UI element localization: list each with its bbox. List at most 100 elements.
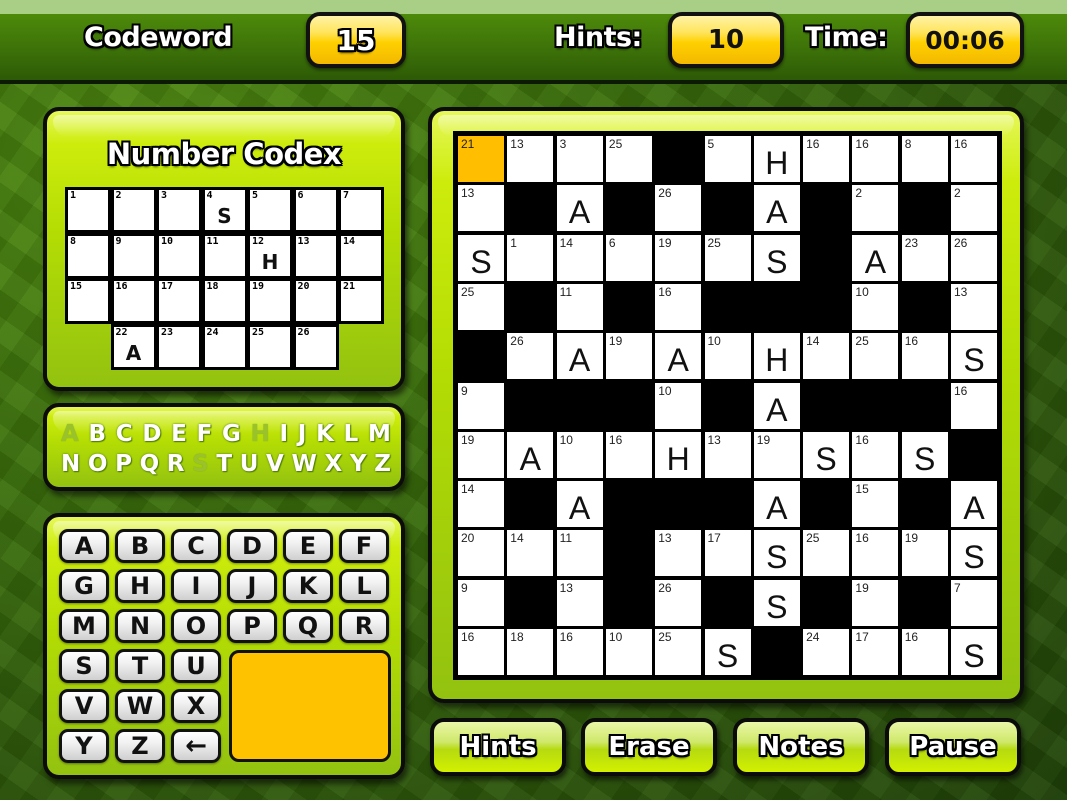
- grid-cell[interactable]: 15: [852, 481, 899, 528]
- key-l[interactable]: L: [339, 569, 389, 603]
- grid-cell[interactable]: 3: [556, 136, 603, 182]
- grid-cell[interactable]: A: [753, 481, 800, 528]
- grid-cell[interactable]: 11: [556, 530, 603, 577]
- grid-cell[interactable]: 19: [605, 333, 652, 380]
- grid-cell[interactable]: 25: [458, 283, 504, 330]
- grid-cell[interactable]: 18: [507, 629, 554, 675]
- grid-cell[interactable]: 19: [753, 431, 800, 478]
- grid-cell[interactable]: 16: [951, 382, 997, 429]
- key-f[interactable]: F: [339, 529, 389, 563]
- key-g[interactable]: G: [59, 569, 109, 603]
- grid-cell[interactable]: 1: [507, 234, 554, 281]
- key-d[interactable]: D: [227, 529, 277, 563]
- grid-cell[interactable]: 14: [458, 481, 504, 528]
- grid-cell[interactable]: 16: [852, 431, 899, 478]
- key-c[interactable]: C: [171, 529, 221, 563]
- grid-cell[interactable]: 26: [507, 333, 554, 380]
- key-h[interactable]: H: [115, 569, 165, 603]
- grid-cell[interactable]: 14: [507, 530, 554, 577]
- key-x[interactable]: X: [171, 689, 221, 723]
- grid-cell[interactable]: 21: [458, 136, 504, 182]
- pause-button[interactable]: Pause: [885, 718, 1021, 776]
- grid-cell[interactable]: 10: [655, 382, 702, 429]
- grid-cell[interactable]: S: [951, 530, 997, 577]
- grid-cell[interactable]: A: [753, 382, 800, 429]
- key-k[interactable]: K: [283, 569, 333, 603]
- grid-cell[interactable]: 9: [458, 382, 504, 429]
- grid-cell[interactable]: H: [655, 431, 702, 478]
- erase-button[interactable]: Erase: [581, 718, 717, 776]
- key-o[interactable]: O: [171, 609, 221, 643]
- grid-cell[interactable]: 10: [704, 333, 751, 380]
- grid-cell[interactable]: 19: [655, 234, 702, 281]
- grid-cell[interactable]: S: [704, 629, 751, 675]
- key-j[interactable]: J: [227, 569, 277, 603]
- grid-cell[interactable]: A: [753, 185, 800, 232]
- grid-cell[interactable]: 13: [951, 283, 997, 330]
- grid-cell[interactable]: 17: [852, 629, 899, 675]
- grid-cell[interactable]: 16: [605, 431, 652, 478]
- grid-cell[interactable]: A: [507, 431, 554, 478]
- grid-cell[interactable]: S: [951, 333, 997, 380]
- key-b[interactable]: B: [115, 529, 165, 563]
- grid-cell[interactable]: 20: [458, 530, 504, 577]
- grid-cell[interactable]: 16: [556, 629, 603, 675]
- grid-cell[interactable]: S: [901, 431, 948, 478]
- grid-cell[interactable]: A: [556, 481, 603, 528]
- grid-cell[interactable]: 24: [803, 629, 850, 675]
- backspace-key[interactable]: ←: [171, 729, 221, 763]
- grid-cell[interactable]: 25: [852, 333, 899, 380]
- grid-cell[interactable]: 7: [951, 579, 997, 626]
- grid-cell[interactable]: A: [655, 333, 702, 380]
- grid-cell[interactable]: 19: [901, 530, 948, 577]
- grid-cell[interactable]: 26: [655, 185, 702, 232]
- grid-cell[interactable]: 25: [704, 234, 751, 281]
- grid-cell[interactable]: S: [753, 234, 800, 281]
- key-z[interactable]: Z: [115, 729, 165, 763]
- grid-cell[interactable]: 13: [458, 185, 504, 232]
- grid-cell[interactable]: A: [556, 185, 603, 232]
- grid-cell[interactable]: 26: [655, 579, 702, 626]
- grid-cell[interactable]: 16: [655, 283, 702, 330]
- key-m[interactable]: M: [59, 609, 109, 643]
- grid-cell[interactable]: 16: [803, 136, 850, 182]
- grid-cell[interactable]: 14: [556, 234, 603, 281]
- grid-cell[interactable]: S: [753, 530, 800, 577]
- grid-cell[interactable]: 9: [458, 579, 504, 626]
- key-r[interactable]: R: [339, 609, 389, 643]
- grid-cell[interactable]: 16: [852, 530, 899, 577]
- grid-cell[interactable]: 13: [704, 431, 751, 478]
- grid-cell[interactable]: 19: [458, 431, 504, 478]
- grid-cell[interactable]: 16: [852, 136, 899, 182]
- grid-cell[interactable]: 5: [704, 136, 751, 182]
- grid-cell[interactable]: A: [951, 481, 997, 528]
- grid-cell[interactable]: A: [556, 333, 603, 380]
- grid-cell[interactable]: 17: [704, 530, 751, 577]
- grid-cell[interactable]: 6: [605, 234, 652, 281]
- grid-cell[interactable]: 10: [605, 629, 652, 675]
- grid-cell[interactable]: 13: [655, 530, 702, 577]
- grid-cell[interactable]: 13: [556, 579, 603, 626]
- grid-cell[interactable]: 2: [951, 185, 997, 232]
- key-t[interactable]: T: [115, 649, 165, 683]
- key-p[interactable]: P: [227, 609, 277, 643]
- grid-cell[interactable]: 16: [951, 136, 997, 182]
- grid-cell[interactable]: 25: [803, 530, 850, 577]
- grid-cell[interactable]: S: [951, 629, 997, 675]
- grid-cell[interactable]: A: [852, 234, 899, 281]
- grid-cell[interactable]: 25: [605, 136, 652, 182]
- key-y[interactable]: Y: [59, 729, 109, 763]
- grid-cell[interactable]: 16: [901, 629, 948, 675]
- key-w[interactable]: W: [115, 689, 165, 723]
- grid-cell[interactable]: 2: [852, 185, 899, 232]
- key-u[interactable]: U: [171, 649, 221, 683]
- grid-cell[interactable]: 8: [901, 136, 948, 182]
- hints-button[interactable]: Hints: [430, 718, 566, 776]
- grid-cell[interactable]: 10: [852, 283, 899, 330]
- grid-cell[interactable]: 19: [852, 579, 899, 626]
- grid-cell[interactable]: 25: [655, 629, 702, 675]
- key-e[interactable]: E: [283, 529, 333, 563]
- notes-button[interactable]: Notes: [733, 718, 869, 776]
- grid-cell[interactable]: 23: [901, 234, 948, 281]
- key-a[interactable]: A: [59, 529, 109, 563]
